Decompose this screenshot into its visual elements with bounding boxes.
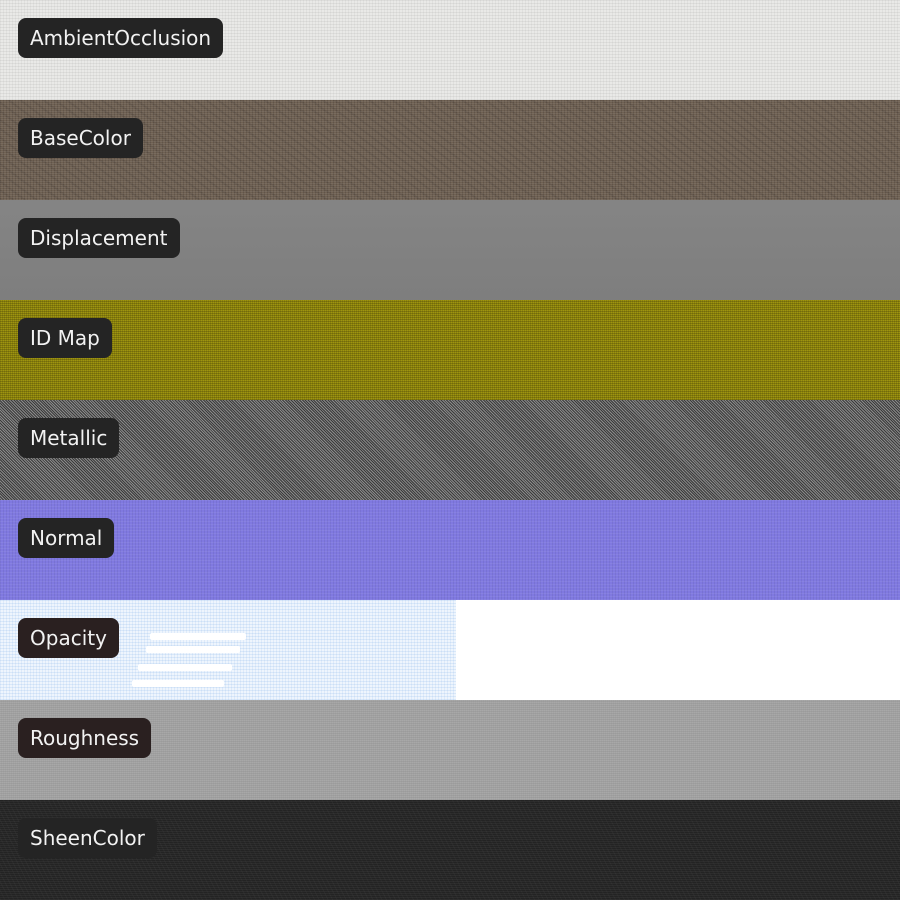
label-id-map: ID Map xyxy=(18,318,112,358)
strip-normal: Normal xyxy=(0,500,900,600)
label-roughness: Roughness xyxy=(18,718,152,758)
strip-roughness: Roughness xyxy=(0,700,900,800)
opacity-streak xyxy=(146,646,240,653)
strip-opacity: Opacity xyxy=(0,600,900,700)
label-sheen-color: SheenColor xyxy=(18,818,157,858)
texture-map-stack: AmbientOcclusion BaseColor Displacement … xyxy=(0,0,900,900)
strip-displacement: Displacement xyxy=(0,200,900,300)
strip-sheen-color: SheenColor xyxy=(0,800,900,900)
opacity-streak xyxy=(132,680,224,687)
metallic-texture xyxy=(0,400,900,500)
label-ambient-occlusion: AmbientOcclusion xyxy=(18,18,224,58)
label-metallic: Metallic xyxy=(18,418,120,458)
label-displacement: Displacement xyxy=(18,218,180,258)
strip-id-map: ID Map xyxy=(0,300,900,400)
label-normal: Normal xyxy=(18,518,115,558)
id-map-texture xyxy=(0,300,900,400)
label-base-color: BaseColor xyxy=(18,118,143,158)
strip-metallic: Metallic xyxy=(0,400,900,500)
opacity-streak xyxy=(150,633,246,640)
opacity-texture-right xyxy=(456,600,900,700)
strip-base-color: BaseColor xyxy=(0,100,900,200)
opacity-streak xyxy=(138,664,232,671)
label-opacity: Opacity xyxy=(18,618,119,658)
strip-ambient-occlusion: AmbientOcclusion xyxy=(0,0,900,100)
normal-texture xyxy=(0,500,900,600)
